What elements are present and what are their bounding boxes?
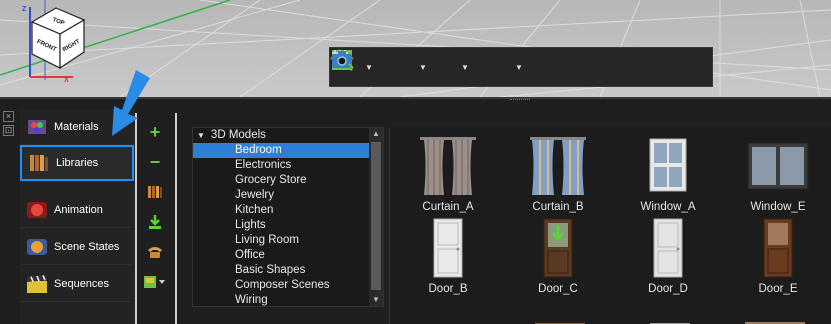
library-tools: + − [140, 117, 174, 297]
axis-x-label: X [64, 77, 69, 82]
thumbnail-label: Door_E [758, 283, 798, 295]
thumbnail-curtain-b[interactable]: Curtain_B [508, 135, 608, 225]
scroll-up-icon[interactable]: ▲ [369, 128, 383, 140]
thumbnail-door-d[interactable]: Door_D [618, 217, 718, 307]
thumbnail-label: Window_E [750, 201, 806, 213]
panel-resize-grip[interactable] [510, 99, 530, 103]
texture-plane-icon[interactable] [330, 51, 608, 79]
category-label: Libraries [56, 157, 99, 169]
thumbnail-label: Curtain_B [532, 201, 584, 213]
divider [175, 113, 177, 324]
thumbnail-label: Door_D [648, 283, 688, 295]
phone-icon[interactable] [140, 237, 170, 267]
close-icon[interactable]: × [3, 111, 14, 122]
remove-icon[interactable]: − [140, 147, 170, 177]
viewport-toolbar: ▼ ▼ ▼ ▼ [329, 47, 713, 87]
tree-item-basic-shapes[interactable]: Basic Shapes [193, 263, 369, 278]
pin-icon[interactable]: ⊡ [3, 125, 14, 136]
window-icon [747, 142, 809, 190]
scroll-down-icon[interactable]: ▼ [369, 294, 383, 306]
tree-item-jewelry[interactable]: Jewelry [193, 188, 369, 203]
tree-item-wiring[interactable]: Wiring [193, 293, 369, 308]
category-scene-states[interactable]: Scene States [20, 229, 134, 265]
panel-pin-controls: × ⊡ [3, 111, 17, 139]
tree-item-office[interactable]: Office [193, 248, 369, 263]
curtain-icon [530, 137, 586, 195]
chevron-down-icon[interactable]: ▼ [418, 55, 428, 79]
model-thumbnails: Curtain_A Curtain_B Window_A Window_E Do… [389, 127, 831, 324]
axis-z-label: Z [22, 6, 27, 13]
thumbnail-label: Curtain_A [422, 201, 474, 213]
chevron-down-icon[interactable]: ▼ [514, 55, 524, 79]
import-icon[interactable] [140, 207, 170, 237]
library-tree[interactable]: ▼ 3D Models Bedroom Electronics Grocery S… [192, 127, 384, 307]
tree-item-electronics[interactable]: Electronics [193, 158, 369, 173]
category-label: Materials [54, 120, 99, 133]
thumbnail-door-e[interactable]: Door_E [728, 217, 828, 307]
tree-item-grocery-store[interactable]: Grocery Store [193, 173, 369, 188]
category-list: Materials Libraries Animation Scene Stat… [20, 109, 135, 324]
category-label: Animation [54, 203, 103, 216]
thumbnail-window-a[interactable]: Window_A [618, 135, 718, 225]
category-animation[interactable]: Animation [20, 192, 134, 228]
tree-item-kitchen[interactable]: Kitchen [193, 203, 369, 218]
tree-item-living-room[interactable]: Living Room [193, 233, 369, 248]
door-icon [763, 218, 793, 278]
door-icon [653, 218, 683, 278]
thumbnail-door-c[interactable]: Door_C [508, 217, 608, 307]
chevron-down-icon[interactable]: ▼ [460, 55, 470, 79]
thumbnail-label: Door_B [428, 283, 468, 295]
pointer-icon[interactable] [333, 50, 510, 79]
category-label: Scene States [54, 240, 120, 253]
libraries-icon [30, 155, 48, 171]
grid-icon[interactable] [332, 50, 648, 79]
door-icon [543, 218, 573, 278]
category-label: Sequences [54, 277, 110, 290]
tree-root[interactable]: ▼ 3D Models [193, 128, 369, 143]
category-libraries[interactable]: Libraries [20, 145, 134, 181]
thumbnail-window-e[interactable]: Window_E [728, 135, 828, 225]
annotation-arrow-icon [112, 70, 150, 136]
animation-icon [27, 201, 47, 218]
view-options-icon[interactable] [140, 267, 170, 297]
tree-item-lights[interactable]: Lights [193, 218, 369, 233]
chevron-down-icon[interactable]: ▼ [364, 55, 374, 79]
thumbnail-label: Door_C [538, 283, 578, 295]
materials-icon [28, 119, 46, 134]
thumbnail-door-b[interactable]: Door_B [398, 217, 498, 307]
tree-item-bedroom[interactable]: Bedroom [193, 143, 369, 158]
floor-grid-icon[interactable] [330, 50, 414, 79]
category-sequences[interactable]: Sequences [20, 266, 134, 302]
thumbnail-label: Window_A [640, 201, 696, 213]
library-icon[interactable] [140, 177, 170, 207]
curtain-icon [420, 137, 476, 195]
collapse-icon[interactable]: ▼ [197, 131, 205, 140]
door-icon [433, 218, 463, 278]
fit-view-icon[interactable] [332, 50, 552, 79]
zoom-icon[interactable] [331, 49, 580, 79]
window-icon [649, 138, 687, 192]
view-cube[interactable]: TOP FRONT RIGHT Z X [18, 2, 98, 82]
tree-root-label: 3D Models [210, 129, 266, 141]
tree-scrollbar[interactable]: ▲ ▼ [369, 128, 383, 306]
divider [135, 113, 137, 324]
sequences-icon [27, 274, 47, 293]
solid-box-icon[interactable] [332, 50, 456, 79]
tree-item-composer-scenes[interactable]: Composer Scenes [193, 278, 369, 293]
camera-icon[interactable] [332, 51, 688, 79]
thumbnail-curtain-a[interactable]: Curtain_A [398, 135, 498, 225]
scene-states-icon [27, 238, 47, 255]
scroll-thumb[interactable] [371, 142, 381, 290]
